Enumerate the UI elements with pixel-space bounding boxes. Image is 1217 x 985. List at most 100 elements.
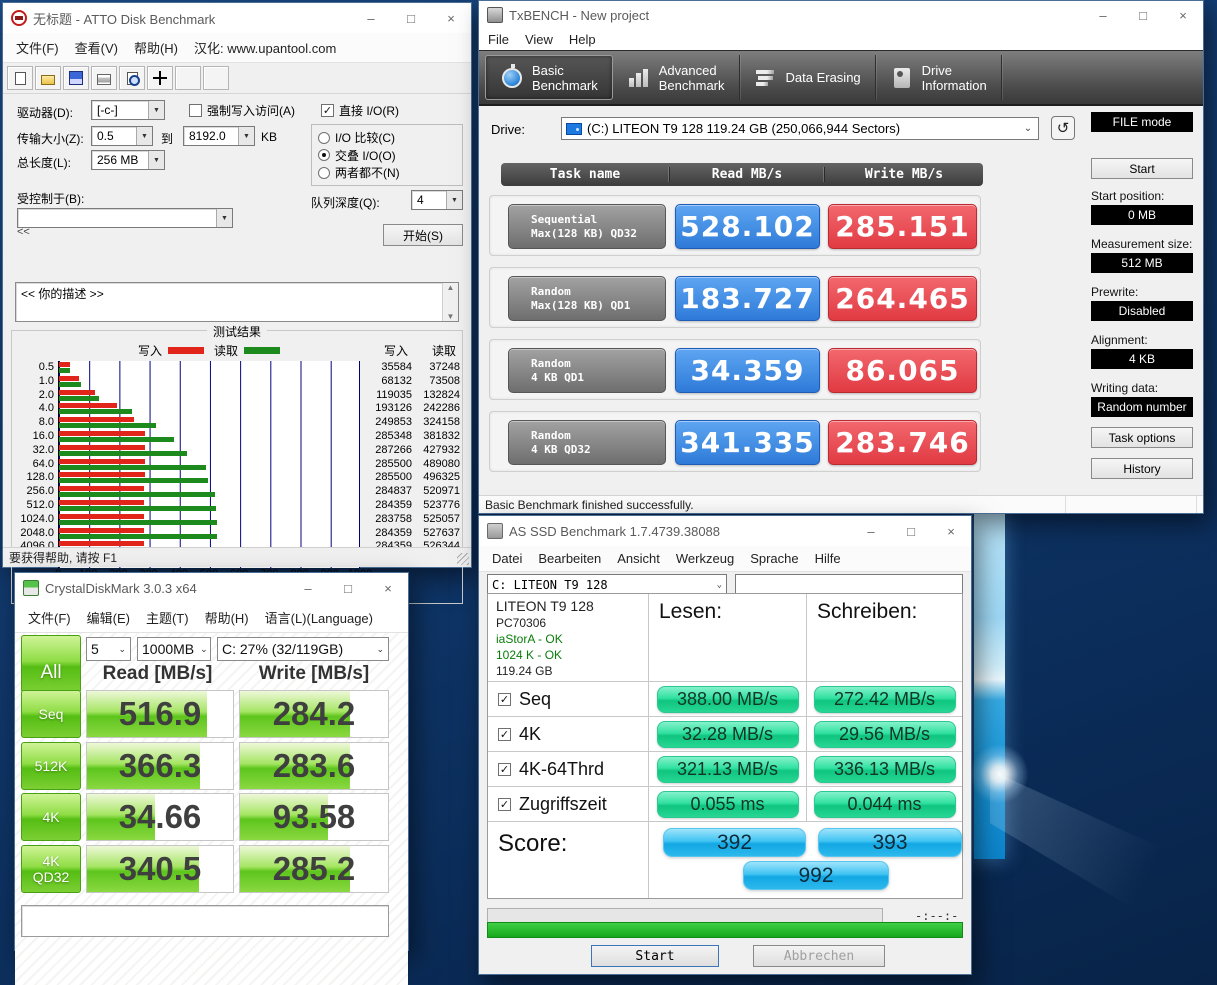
write-value-pill: 283.746	[828, 420, 977, 465]
file-mode-button[interactable]: FILE mode	[1091, 112, 1193, 132]
force-write-checkbox[interactable]: 强制写入访问(A)	[189, 102, 295, 119]
minimize-button[interactable]: –	[1083, 1, 1123, 29]
minimize-button[interactable]: –	[288, 573, 328, 603]
toolbar-button[interactable]	[119, 66, 145, 90]
cancel-button[interactable]: Abbrechen	[753, 945, 885, 967]
resize-grip[interactable]	[457, 553, 469, 565]
close-button[interactable]: ×	[368, 573, 408, 603]
toolbar-tab[interactable]: Advanced Benchmark	[613, 55, 740, 100]
menu-item[interactable]: Werkzeug	[669, 548, 741, 569]
toolbar-tab[interactable]: Drive Information	[876, 55, 1002, 100]
transfer-from-combo[interactable]: 0.5 ▼	[91, 126, 153, 146]
result-row: 4K 34.66 93.58	[21, 793, 389, 841]
start-button[interactable]: Start	[1091, 158, 1193, 179]
history-button[interactable]: History	[1091, 458, 1193, 479]
dropdown-arrow-icon[interactable]: ▼	[136, 127, 152, 145]
refresh-button[interactable]: ↺	[1051, 116, 1075, 140]
checkbox-icon[interactable]	[498, 798, 511, 811]
menu-item[interactable]: 汉化: www.upantool.com	[187, 35, 343, 60]
menu-item[interactable]: 主题(T)	[139, 605, 196, 630]
menu-item[interactable]: View	[518, 29, 560, 50]
dropdown-arrow-icon[interactable]: ▼	[148, 101, 164, 119]
scroll-down-icon[interactable]: ▼	[443, 312, 458, 321]
drive-select[interactable]: C: 27% (32/119GB) ⌄	[217, 637, 389, 661]
maximize-button[interactable]: □	[1123, 1, 1163, 29]
radio-icon[interactable]	[318, 167, 330, 179]
menu-item[interactable]: 帮助(H)	[127, 35, 185, 60]
menu-item[interactable]: Hilfe	[808, 548, 848, 569]
queue-depth-combo[interactable]: 4 ▼	[411, 190, 463, 210]
test-size-select[interactable]: 1000MB ⌄	[137, 637, 211, 661]
menu-item[interactable]: Help	[562, 29, 603, 50]
checkbox-icon[interactable]	[321, 104, 334, 117]
radio-option[interactable]: 两者都不(N)	[318, 164, 456, 181]
toolbar-button[interactable]	[203, 66, 229, 90]
test-type-button[interactable]: Seq	[21, 690, 81, 738]
checkbox-icon[interactable]	[189, 104, 202, 117]
menu-item[interactable]: 帮助(H)	[198, 605, 256, 630]
checkbox-icon[interactable]	[498, 763, 511, 776]
read-value: 381832	[418, 430, 466, 444]
dropdown-arrow-icon[interactable]: ▼	[238, 127, 254, 145]
close-button[interactable]: ×	[1163, 1, 1203, 29]
radio-option[interactable]: 交叠 I/O(O)	[318, 147, 456, 164]
toolbar-button[interactable]	[35, 66, 61, 90]
task-row: Random 4 KB QD32 341.335 283.746	[489, 411, 981, 472]
close-button[interactable]: ×	[931, 516, 971, 546]
menu-item[interactable]: 编辑(E)	[80, 605, 137, 630]
atto-titlebar[interactable]: 无标题 - ATTO Disk Benchmark – □ ×	[3, 3, 471, 33]
comment-input[interactable]	[21, 905, 389, 937]
checkbox-icon[interactable]	[498, 693, 511, 706]
menu-item[interactable]: 文件(F)	[9, 35, 66, 60]
menu-item[interactable]: Datei	[485, 548, 529, 569]
checkbox-icon[interactable]	[498, 728, 511, 741]
toolbar-tab[interactable]: Data Erasing	[740, 55, 876, 100]
close-button[interactable]: ×	[431, 3, 471, 33]
radio-icon[interactable]	[318, 149, 330, 161]
toolbar-button[interactable]	[7, 66, 33, 90]
minimize-button[interactable]: –	[351, 3, 391, 33]
toolbar-tab[interactable]: Basic Benchmark	[485, 55, 613, 100]
menu-item[interactable]: Sprache	[743, 548, 805, 569]
menu-item[interactable]: 文件(F)	[21, 605, 78, 630]
total-length-combo[interactable]: 256 MB ▼	[91, 150, 165, 170]
maximize-button[interactable]: □	[891, 516, 931, 546]
radio-option[interactable]: I/O 比较(C)	[318, 129, 456, 146]
description-field[interactable]: << 你的描述 >> ▲ ▼	[15, 282, 459, 322]
start-button[interactable]: Start	[591, 945, 719, 967]
start-button[interactable]: 开始(S)	[383, 224, 463, 246]
test-count-select[interactable]: 5 ⌄	[86, 637, 131, 661]
drive-combo[interactable]: (C:) LITEON T9 128 119.24 GB (250,066,94…	[561, 117, 1039, 140]
description-scrollbar[interactable]: ▲ ▼	[442, 283, 458, 321]
maximize-button[interactable]: □	[328, 573, 368, 603]
test-type-button[interactable]: 512K	[21, 742, 81, 790]
asssd-titlebar[interactable]: AS SSD Benchmark 1.7.4739.38088 – □ ×	[479, 516, 971, 546]
all-test-button[interactable]: All	[21, 635, 81, 693]
menu-item[interactable]: File	[481, 29, 516, 50]
toolbar-button[interactable]	[147, 66, 173, 90]
drive-combo[interactable]: [-c-] ▼	[91, 100, 165, 120]
toolbar-button[interactable]	[63, 66, 89, 90]
radio-icon[interactable]	[318, 132, 330, 144]
test-type-button[interactable]: 4K QD32	[21, 845, 81, 893]
toolbar-button[interactable]	[91, 66, 117, 90]
chevron-down-icon[interactable]: ⌄	[1018, 123, 1038, 134]
dropdown-arrow-icon[interactable]: ▼	[446, 191, 462, 209]
minimize-button[interactable]: –	[851, 516, 891, 546]
controlled-by-combo[interactable]: ▼	[17, 208, 233, 228]
task-options-button[interactable]: Task options	[1091, 427, 1193, 448]
scroll-up-icon[interactable]: ▲	[443, 283, 458, 292]
menu-item[interactable]: 语言(L)(Language)	[258, 605, 380, 630]
menu-item[interactable]: Bearbeiten	[531, 548, 608, 569]
maximize-button[interactable]: □	[391, 3, 431, 33]
menu-item[interactable]: Ansicht	[610, 548, 667, 569]
dropdown-arrow-icon[interactable]: ▼	[216, 209, 232, 227]
cdm-titlebar[interactable]: CrystalDiskMark 3.0.3 x64 – □ ×	[15, 573, 408, 603]
dropdown-arrow-icon[interactable]: ▼	[148, 151, 164, 169]
test-type-button[interactable]: 4K	[21, 793, 81, 841]
transfer-to-combo[interactable]: 8192.0 ▼	[183, 126, 255, 146]
direct-io-checkbox[interactable]: 直接 I/O(R)	[321, 102, 399, 119]
toolbar-button[interactable]	[175, 66, 201, 90]
menu-item[interactable]: 查看(V)	[68, 35, 125, 60]
txbench-titlebar[interactable]: TxBENCH - New project – □ ×	[479, 1, 1203, 29]
